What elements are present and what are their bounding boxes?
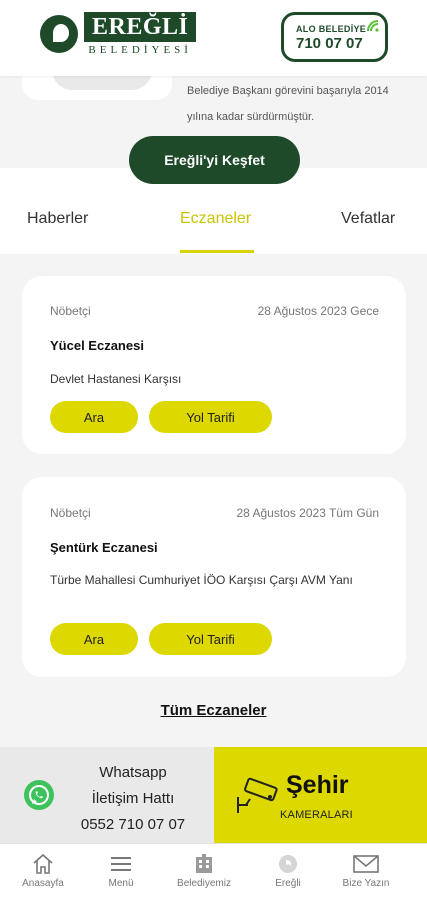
whatsapp-banner[interactable]: Whatsapp İletişim Hattı 0552 710 07 07 [0, 747, 214, 843]
menu-icon [111, 857, 131, 871]
pharmacy-address: Devlet Hastanesi Karşısı [50, 372, 182, 386]
logo-wordmark: EREĞLİ BELEDİYESİ [84, 12, 197, 56]
nav-contact[interactable]: Bize Yazın [323, 852, 409, 889]
pharmacy-duty-date: 28 Ağustos 2023 Gece [257, 304, 379, 318]
pharmacy-name: Şentürk Eczanesi [50, 540, 158, 555]
cameras-subtitle: KAMERALARI [280, 809, 353, 821]
nav-menu-label: Menü [108, 878, 134, 889]
logo-name: EREĞLİ [84, 12, 197, 42]
about-text-line2: yılına kadar sürdürmüştür. [187, 111, 315, 123]
alo-belediye-button[interactable]: ALO BELEDİYE 710 07 07 [281, 12, 388, 62]
about-text-line1: Belediye Başkanı görevini başarıyla 2014 [187, 85, 389, 97]
tab-vefatlar[interactable]: Vefatlar [341, 210, 395, 228]
active-tab-indicator [180, 250, 254, 253]
directions-button[interactable]: Yol Tarifi [149, 401, 272, 433]
pharmacy-card: Nöbetçi 28 Ağustos 2023 Gece Yücel Eczan… [22, 276, 406, 454]
nav-home-label: Anasayfa [22, 878, 64, 889]
bottom-navigation: Anasayfa Menü Belediyemiz Ereğli Bize Ya… [0, 843, 427, 900]
tab-eczaneler[interactable]: Eczaneler [180, 210, 251, 228]
mail-icon [353, 855, 379, 873]
nav-home[interactable]: Anasayfa [0, 852, 86, 889]
call-button[interactable]: Ara [50, 623, 138, 655]
all-pharmacies-link[interactable]: Tüm Eczaneler [0, 702, 427, 719]
pharmacy-name: Yücel Eczanesi [50, 338, 144, 353]
nav-menu[interactable]: Menü [78, 852, 164, 889]
cameras-title: Şehir [286, 771, 349, 799]
app-header: EREĞLİ BELEDİYESİ ALO BELEDİYE 710 07 07 [0, 0, 427, 76]
about-text: Belediye Başkanı görevini başarıyla 2014… [187, 78, 417, 130]
pharmacy-card: Nöbetçi 28 Ağustos 2023 Tüm Gün Şentürk … [22, 477, 406, 677]
municipality-logo[interactable]: EREĞLİ BELEDİYESİ [40, 12, 197, 56]
city-logo-icon [279, 855, 297, 873]
directions-button[interactable]: Yol Tarifi [149, 623, 272, 655]
building-icon [196, 854, 212, 873]
signal-icon [367, 20, 379, 32]
pharmacy-duty-date: 28 Ağustos 2023 Tüm Gün [236, 506, 379, 520]
whatsapp-line2: İletişim Hattı [91, 790, 175, 807]
city-cameras-banner[interactable]: Şehir KAMERALARI [214, 747, 427, 843]
whatsapp-icon [24, 780, 54, 810]
pharmacy-duty-type: Nöbetçi [50, 304, 91, 318]
pharmacy-address: Türbe Mahallesi Cumhuriyet İÖO Karşısı Ç… [50, 573, 353, 587]
alo-number: 710 07 07 [296, 35, 363, 52]
whatsapp-phone: 0552 710 07 07 [80, 816, 186, 833]
whatsapp-text: Whatsapp İletişim Hattı 0552 710 07 07 [58, 760, 208, 838]
nav-contact-label: Bize Yazın [342, 878, 390, 889]
tab-haberler[interactable]: Haberler [27, 210, 88, 228]
pharmacy-duty-type: Nöbetçi [50, 506, 91, 520]
whatsapp-line1: Whatsapp [99, 764, 167, 781]
call-button[interactable]: Ara [50, 401, 138, 433]
security-camera-icon [237, 777, 278, 813]
nav-belediyemiz[interactable]: Belediyemiz [161, 852, 247, 889]
nav-eregli[interactable]: Ereğli [245, 852, 331, 889]
explore-eregli-button[interactable]: Ereğli'yi Keşfet [129, 136, 300, 184]
logo-mark-icon [40, 15, 78, 53]
logo-subtitle: BELEDİYESİ [88, 44, 192, 56]
nav-belediyemiz-label: Belediyemiz [177, 878, 231, 889]
nav-eregli-label: Ereğli [275, 878, 301, 889]
home-icon [33, 853, 53, 874]
